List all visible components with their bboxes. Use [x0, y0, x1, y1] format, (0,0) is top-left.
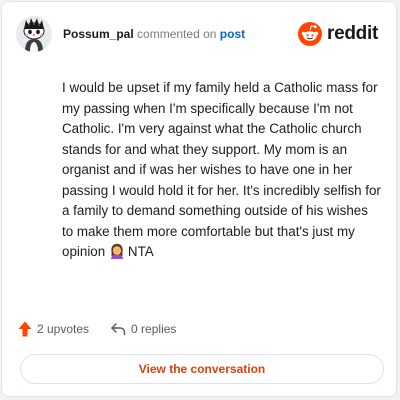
upvote-arrow-icon: [18, 321, 32, 337]
reddit-logo-icon: [298, 22, 323, 46]
action-text: commented on: [137, 27, 217, 41]
reply-arrow-icon: [111, 323, 126, 336]
comment-verdict: NTA: [127, 244, 154, 259]
comment-actions: 2 upvotes 0 replies: [18, 319, 176, 339]
reply-button[interactable]: 0 replies: [110, 322, 176, 336]
comment-meta: Possum_pal commented on post: [63, 27, 245, 41]
post-link[interactable]: post: [220, 27, 245, 41]
avatar[interactable]: [16, 16, 52, 52]
comment-card: Possum_pal commented on post reddit I wo…: [1, 1, 397, 397]
reddit-wordmark: reddit: [327, 23, 378, 44]
comment-text: I would be upset if my family held a Cat…: [62, 80, 381, 259]
snoo-avatar-icon: [16, 16, 52, 52]
upvote-button[interactable]: 2 upvotes: [18, 321, 89, 337]
view-conversation-button[interactable]: View the conversation: [20, 354, 384, 384]
reddit-brand[interactable]: reddit: [298, 20, 378, 48]
username-link[interactable]: Possum_pal: [63, 27, 134, 41]
upvote-count: 2 upvotes: [37, 322, 90, 336]
comment-header: Possum_pal commented on post reddit: [16, 16, 382, 52]
comment-body: I would be upset if my family held a Cat…: [62, 78, 382, 266]
reply-count: 0 replies: [131, 322, 177, 336]
woman-facepalming-emoji: [109, 243, 125, 266]
